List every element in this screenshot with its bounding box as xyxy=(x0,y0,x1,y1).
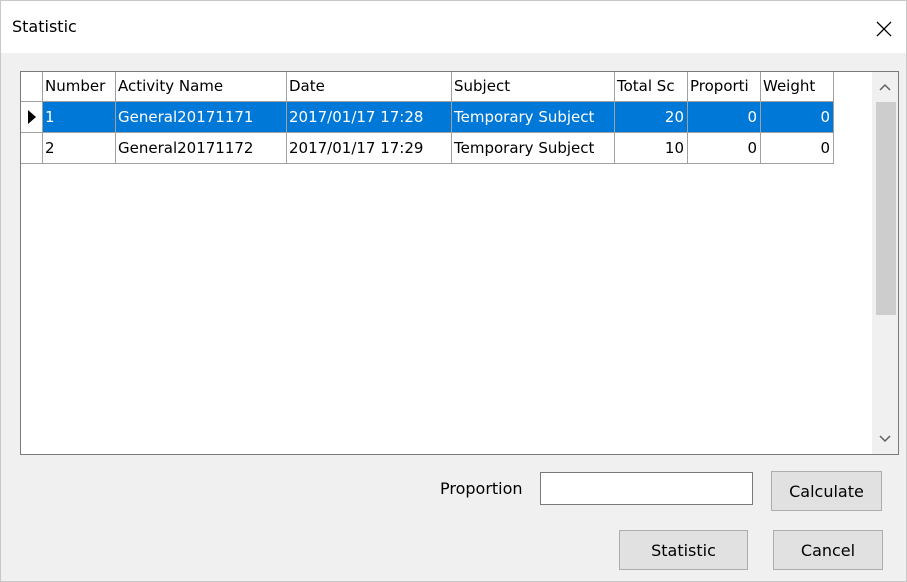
cell-proportion[interactable]: 0 xyxy=(688,102,761,133)
chevron-down-icon xyxy=(879,435,891,443)
cell-subject[interactable]: Temporary Subject xyxy=(452,133,615,164)
proportion-input[interactable] xyxy=(540,472,753,505)
scroll-down-button[interactable] xyxy=(872,426,898,452)
column-header-activity-name[interactable]: Activity Name xyxy=(116,72,287,102)
activity-grid[interactable]: Number Activity Name Date Subject Total … xyxy=(20,71,899,455)
cell-subject[interactable]: Temporary Subject xyxy=(452,102,615,133)
column-header-proportion[interactable]: Proporti xyxy=(688,72,761,102)
cell-number[interactable]: 1 xyxy=(43,102,116,133)
row-selector[interactable] xyxy=(21,133,43,164)
grid-header: Number Activity Name Date Subject Total … xyxy=(21,72,834,102)
scroll-up-button[interactable] xyxy=(872,74,898,100)
column-header-number[interactable]: Number xyxy=(43,72,116,102)
cell-proportion[interactable]: 0 xyxy=(688,133,761,164)
cell-number[interactable]: 2 xyxy=(43,133,116,164)
row-selector[interactable] xyxy=(21,102,43,133)
close-button[interactable] xyxy=(862,9,906,49)
triangle-right-icon xyxy=(27,110,36,124)
cell-activity-name[interactable]: General20171172 xyxy=(116,133,287,164)
close-icon xyxy=(876,21,892,37)
column-header-total-score[interactable]: Total Sc xyxy=(615,72,688,102)
scroll-thumb[interactable] xyxy=(876,102,896,315)
title-bar: Statistic xyxy=(1,1,906,53)
statistic-dialog: Statistic Number Activity Name Date Subj… xyxy=(0,0,907,582)
window-title: Statistic xyxy=(12,17,77,36)
vertical-scrollbar[interactable] xyxy=(872,72,898,454)
cell-weight[interactable]: 0 xyxy=(761,102,834,133)
table-row[interactable]: 1 General20171171 2017/01/17 17:28 Tempo… xyxy=(21,102,834,133)
cell-total-score[interactable]: 20 xyxy=(615,102,688,133)
row-header-corner xyxy=(21,72,43,102)
cell-weight[interactable]: 0 xyxy=(761,133,834,164)
column-header-weight[interactable]: Weight xyxy=(761,72,834,102)
statistic-button[interactable]: Statistic xyxy=(619,530,748,570)
cell-total-score[interactable]: 10 xyxy=(615,133,688,164)
cancel-button[interactable]: Cancel xyxy=(773,530,883,570)
cell-date[interactable]: 2017/01/17 17:29 xyxy=(287,133,452,164)
column-header-date[interactable]: Date xyxy=(287,72,452,102)
column-header-subject[interactable]: Subject xyxy=(452,72,615,102)
table-row[interactable]: 2 General20171172 2017/01/17 17:29 Tempo… xyxy=(21,133,834,164)
calculate-button[interactable]: Calculate xyxy=(771,471,882,511)
cell-activity-name[interactable]: General20171171 xyxy=(116,102,287,133)
proportion-label: Proportion xyxy=(440,479,523,498)
cell-date[interactable]: 2017/01/17 17:28 xyxy=(287,102,452,133)
chevron-up-icon xyxy=(879,83,891,91)
